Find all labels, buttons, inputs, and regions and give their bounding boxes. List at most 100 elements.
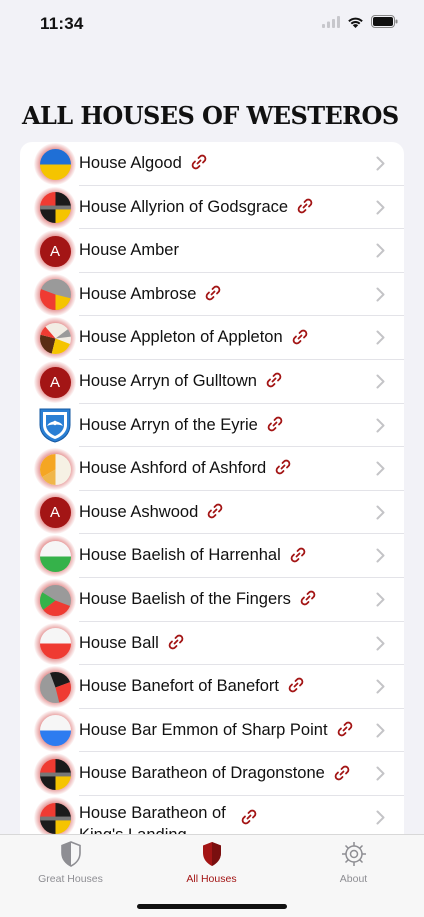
link-icon-wrapper[interactable]	[258, 416, 284, 434]
house-name-text: House Baelish of the Fingers	[79, 590, 291, 608]
house-name-text: House Algood	[79, 154, 182, 172]
link-icon-wrapper[interactable]	[159, 634, 185, 652]
house-name: House Baelish of Harrenhal	[79, 545, 307, 565]
list-item[interactable]: House Ambrose	[20, 273, 404, 317]
sigil-disc	[39, 453, 71, 485]
house-name: House Bar Emmon of Sharp Point	[79, 720, 354, 740]
link-icon-wrapper[interactable]	[325, 764, 351, 782]
chevron-right-icon	[376, 200, 385, 220]
link-icon	[334, 765, 350, 780]
link-icon-wrapper[interactable]	[291, 590, 317, 608]
link-icon	[300, 590, 316, 606]
chevron-right-icon	[376, 679, 385, 699]
link-icon	[290, 547, 306, 562]
list-item[interactable]: House Baelish of Harrenhal	[20, 534, 404, 578]
sigil-disc	[39, 715, 71, 747]
sigil-disc: A	[39, 366, 71, 398]
sigil-disc	[39, 540, 71, 572]
link-icon	[288, 678, 304, 693]
chevron-right-icon	[376, 418, 385, 438]
link-icon-wrapper[interactable]	[328, 721, 354, 739]
shield-icon	[202, 842, 221, 866]
link-icon	[207, 503, 223, 519]
link-icon	[337, 721, 352, 737]
house-sigil-icon: A	[34, 361, 76, 403]
link-icon-wrapper[interactable]	[279, 677, 305, 695]
house-sigil-icon	[34, 753, 76, 796]
link-icon-wrapper[interactable]	[288, 198, 314, 216]
falcon-shield-icon	[39, 408, 71, 443]
tab-label: About	[339, 873, 368, 885]
link-icon	[191, 154, 207, 170]
wifi-icon	[348, 17, 363, 28]
sigil-disc	[39, 671, 71, 703]
list-item[interactable]: House Banefort of Banefort	[20, 665, 404, 709]
house-sigil-icon	[34, 273, 76, 316]
list-item[interactable]: House Ball	[20, 622, 404, 666]
chevron-right-icon	[376, 243, 385, 263]
list-item[interactable]: House Allyrion of Godsgrace	[20, 186, 404, 230]
sigil-disc	[39, 192, 71, 224]
list-item[interactable]: A House Ashwood	[20, 491, 404, 535]
house-name: House Ashford of Ashford	[79, 458, 292, 478]
house-name: House Ashwood	[79, 502, 224, 522]
sigil-disc	[39, 802, 71, 834]
tab-all-houses[interactable]: All Houses	[141, 841, 282, 887]
link-icon-wrapper[interactable]	[198, 503, 224, 521]
tab-label: All Houses	[186, 873, 237, 885]
list-item[interactable]: House Appleton of Appleton	[20, 316, 404, 360]
house-name: House Baelish of the Fingers	[79, 589, 317, 609]
link-icon-wrapper[interactable]	[182, 154, 208, 172]
link-icon	[297, 198, 313, 214]
chevron-right-icon	[376, 810, 385, 830]
home-indicator	[137, 904, 287, 909]
chevron-right-icon	[376, 287, 385, 307]
sigil-letter: A	[49, 242, 60, 260]
chevron-right-icon	[376, 505, 385, 525]
link-icon-wrapper[interactable]	[266, 459, 292, 477]
sigil-disc	[39, 148, 71, 180]
list-item[interactable]: House Baratheon of King's Landing	[20, 796, 404, 834]
list-item[interactable]: A House Amber	[20, 229, 404, 273]
link-icon-wrapper[interactable]	[257, 372, 283, 390]
list-item[interactable]: House Arryn of the Eyrie	[20, 404, 404, 448]
house-list[interactable]: House Algood House Allyrion of Godsgrace A…	[20, 142, 404, 834]
link-icon	[206, 285, 221, 301]
list-item[interactable]: House Baelish of the Fingers	[20, 578, 404, 622]
status-bar: 11:34	[0, 0, 424, 48]
list-item[interactable]: A House Arryn of Gulltown	[20, 360, 404, 404]
chevron-right-icon	[376, 636, 385, 656]
link-icon	[292, 329, 307, 344]
house-sigil-icon	[34, 317, 76, 360]
tab-about[interactable]: About	[283, 841, 424, 887]
status-icons	[322, 15, 398, 28]
sigil-disc	[39, 584, 71, 616]
shield-icon	[60, 841, 81, 867]
link-icon-wrapper[interactable]	[196, 285, 222, 303]
list-item[interactable]: House Algood	[20, 142, 404, 186]
link-icon-wrapper[interactable]	[283, 328, 309, 346]
cellular-signal-icon	[322, 15, 340, 28]
list-item[interactable]: House Ashford of Ashford	[20, 447, 404, 491]
house-name-text: House Ambrose	[79, 284, 197, 303]
house-sigil-icon	[34, 448, 76, 491]
house-name: House Arryn of Gulltown	[79, 371, 283, 391]
tab-great-houses[interactable]: Great Houses	[0, 841, 141, 887]
house-name: House Banefort of Banefort	[79, 676, 305, 696]
link-icon-wrapper[interactable]	[281, 546, 307, 564]
house-name-text: House Allyrion of Godsgrace	[79, 197, 289, 216]
gear-icon	[341, 842, 366, 866]
house-name: House Baratheon of King's Landing	[79, 802, 226, 834]
list-item[interactable]: House Baratheon of Dragonstone	[20, 752, 404, 796]
house-name: House Arryn of the Eyrie	[79, 415, 284, 435]
sigil-disc	[39, 279, 71, 311]
status-time: 11:34	[40, 14, 84, 33]
house-name-text: House Baratheon of Dragonstone	[79, 764, 325, 783]
link-icon-wrapper[interactable]	[232, 809, 258, 828]
tab-label: Great Houses	[38, 873, 103, 885]
house-name-text: House Ball	[79, 633, 159, 652]
sigil-disc: A	[39, 235, 71, 267]
chevron-right-icon	[376, 461, 385, 481]
list-item[interactable]: House Bar Emmon of Sharp Point	[20, 709, 404, 753]
house-name: House Algood	[79, 153, 208, 173]
